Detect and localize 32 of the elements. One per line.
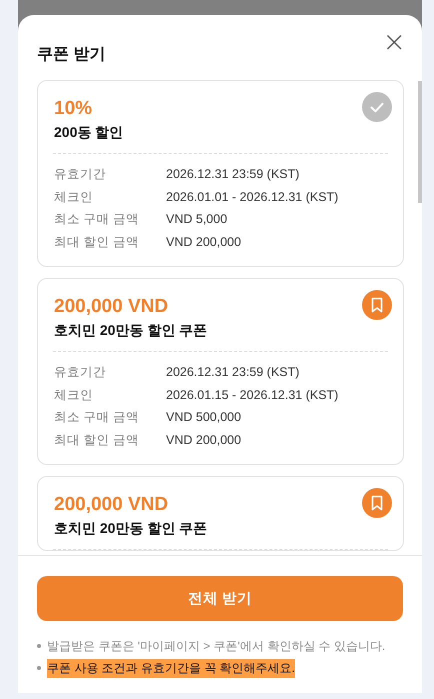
scrollbar[interactable] <box>418 81 422 203</box>
highlighted-note: 쿠폰 사용 조건과 유효기간을 꼭 확인해주세요. <box>47 658 296 678</box>
check-icon[interactable] <box>362 92 392 122</box>
detail-label: 유효기간 <box>54 364 107 381</box>
detail-label: 최대 할인 금액 <box>54 234 140 250</box>
close-button[interactable]: × <box>378 28 410 56</box>
modal-title: 쿠폰 받기 <box>37 45 106 65</box>
note-text: 발급받은 쿠폰은 '마이페이지 > 쿠폰'에서 확인하실 수 있습니다. <box>47 638 386 654</box>
detail-value: VND 500,000 <box>166 409 242 426</box>
coupon-name: 200동 할인 <box>54 123 124 142</box>
detail-value: VND 200,000 <box>166 234 242 250</box>
detail-label: 유효기간 <box>54 166 107 183</box>
detail-label: 최소 구매 금액 <box>54 409 140 426</box>
detail-value: 2026.01.15 - 2026.12.31 (KST) <box>166 386 340 404</box>
detail-value: 2026.12.31 23:59 (KST) <box>166 364 300 381</box>
detail-value: VND 200,000 <box>166 432 242 448</box>
detail-value: 2026.01.01 - 2026.12.31 (KST) <box>166 188 340 206</box>
bookmark-icon[interactable] <box>362 488 392 518</box>
coupon-name: 호치민 20만동 할인 쿠폰 <box>54 519 208 538</box>
bullet-icon <box>37 666 41 670</box>
bullet-icon <box>37 644 41 648</box>
coupon-amount: 200,000 VND <box>54 295 170 319</box>
detail-value: VND 5,000 <box>166 211 228 228</box>
coupon-amount: 10% <box>54 97 94 121</box>
bookmark-icon[interactable] <box>362 290 392 320</box>
detail-label: 체크인 <box>54 386 94 404</box>
detail-label: 체크인 <box>54 188 94 206</box>
coupon-amount: 200,000 VND <box>54 493 170 517</box>
detail-value: 2026.12.31 23:59 (KST) <box>166 166 300 183</box>
coupon-name: 호치민 20만동 할인 쿠폰 <box>54 321 208 340</box>
detail-label: 최소 구매 금액 <box>54 211 140 228</box>
detail-label: 최대 할인 금액 <box>54 432 140 448</box>
